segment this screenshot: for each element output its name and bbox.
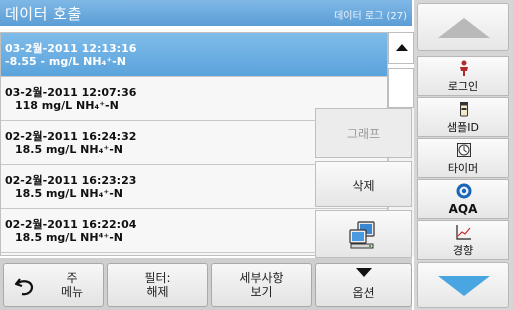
triangle-up-icon	[438, 18, 490, 38]
sample-id-button[interactable]: 샘플ID	[417, 97, 509, 137]
list-item-datetime: 02-2월-2011 16:23:23	[5, 174, 137, 187]
list-item-datetime: 02-2월-2011 16:24:32	[5, 130, 137, 143]
aqa-icon	[456, 183, 472, 199]
triangle-down-icon	[438, 276, 490, 296]
sidebar-scroll-down-button[interactable]	[417, 262, 509, 308]
main-menu-button[interactable]: 주 메뉴	[3, 263, 104, 307]
list-item-value: 18.5 mg/L NH⁴⁺-N	[15, 231, 123, 244]
view-graph-button[interactable]: 그래프보기	[315, 108, 412, 180]
computer-transfer-icon	[349, 221, 375, 249]
triangle-down-icon	[356, 268, 372, 277]
view-details-button[interactable]: 세부사항 보기	[211, 263, 312, 307]
timer-button[interactable]: 타이머	[417, 138, 509, 178]
delete-button[interactable]: 삭제	[315, 161, 412, 207]
list-item-datetime: 03-2월-2011 12:13:16	[5, 42, 137, 55]
data-log-count: 데이터 로그 (27)	[334, 11, 407, 22]
title-bar: 데이터 호출 데이터 로그 (27)	[0, 0, 412, 26]
trend-chart-icon	[456, 225, 471, 240]
list-item-value: 18.5 mg/L NH₄⁺-N	[15, 143, 123, 156]
trend-button[interactable]: 경향	[417, 220, 509, 260]
bottom-toolbar: 주 메뉴 필터: 해제 세부사항 보기 옵션	[0, 258, 412, 310]
list-item-datetime: 03-2월-2011 12:07:36	[5, 86, 137, 99]
aqa-button[interactable]: AQA	[417, 179, 509, 219]
delete-label: 삭제	[352, 179, 375, 193]
list-item-value: -8.55 - mg/L NH₄⁺-N	[5, 55, 126, 68]
back-arrow-icon	[14, 278, 34, 296]
list-item-datetime: 02-2월-2011 16:22:04	[5, 218, 137, 231]
sample-vial-icon	[460, 102, 468, 117]
main-menu-label: 주 메뉴	[60, 271, 84, 299]
timer-label: 타이머	[447, 162, 479, 175]
login-button[interactable]: 로그인	[417, 56, 509, 96]
sample-id-label: 샘플ID	[447, 121, 479, 134]
list-item-value: 118 mg/L NH₄⁺-N	[15, 99, 119, 112]
send-data-button[interactable]	[315, 210, 412, 258]
scroll-thumb[interactable]	[388, 68, 414, 108]
scroll-up-button[interactable]	[388, 32, 414, 64]
data-recall-screen: 데이터 호출 데이터 로그 (27) 03-2월-2011 12:13:16 -…	[0, 0, 513, 310]
list-item-value: 18.5 mg/L NH₄⁺-N	[15, 187, 123, 200]
trend-label: 경향	[452, 244, 474, 257]
list-item-selected[interactable]: 03-2월-2011 12:13:16 -8.55 - mg/L NH₄⁺-N	[1, 33, 387, 77]
options-button[interactable]: 옵션	[315, 263, 412, 307]
details-label: 세부사항 보기	[239, 271, 284, 299]
right-sidebar: 로그인 샘플ID 타이머 AQA 경향	[414, 0, 513, 310]
filter-off-button[interactable]: 필터: 해제	[107, 263, 208, 307]
timer-icon	[457, 143, 471, 157]
sidebar-scroll-up-button[interactable]	[417, 3, 509, 51]
arrow-up-icon	[396, 44, 408, 51]
aqa-label: AQA	[448, 202, 478, 216]
person-icon	[460, 60, 468, 76]
filter-label: 필터: 해제	[144, 271, 171, 299]
page-title: 데이터 호출	[5, 5, 82, 23]
login-label: 로그인	[447, 80, 479, 93]
